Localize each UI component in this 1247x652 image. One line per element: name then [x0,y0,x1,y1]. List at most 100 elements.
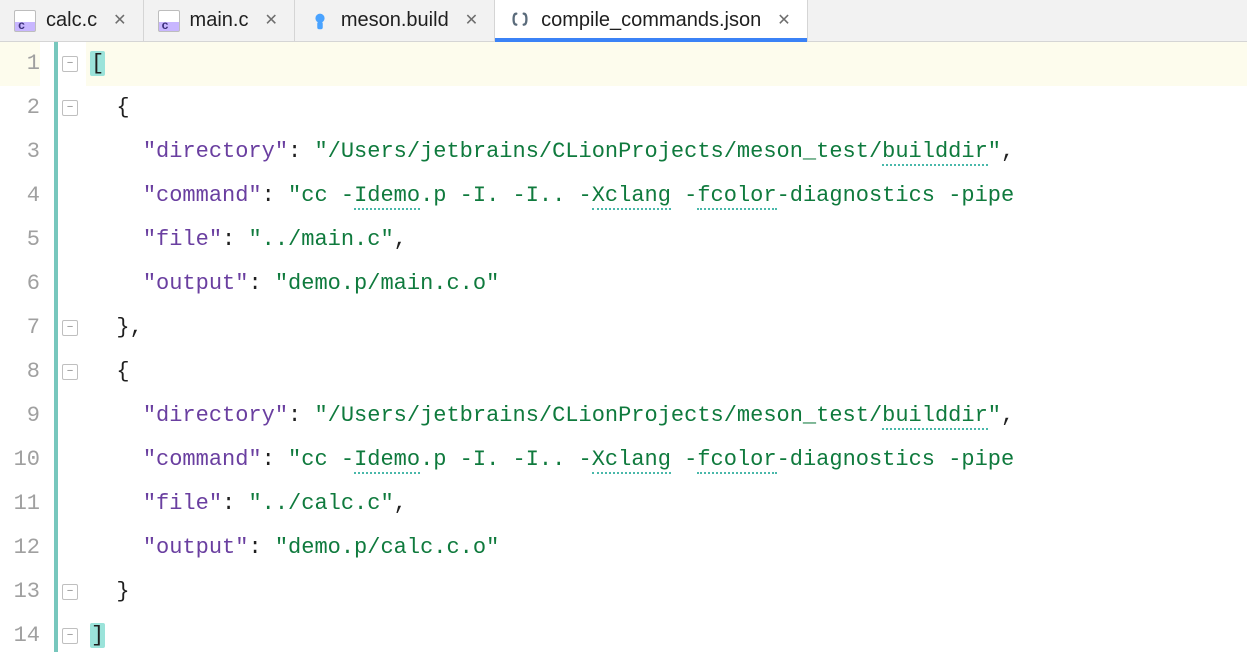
code-editor[interactable]: 1234567891011121314 −−−−−− [ { "director… [0,42,1247,652]
code-token: : [262,447,288,472]
line-number[interactable]: 11 [0,482,40,526]
line-number[interactable]: 3 [0,130,40,174]
code-token: Idemo [354,447,420,474]
close-icon[interactable]: ✕ [113,13,126,29]
line-number[interactable]: 12 [0,526,40,570]
tab-bar: calc.c ✕ main.c ✕ meson.build ✕ compile_… [0,0,1247,42]
code-token [90,271,143,296]
code-token [90,403,143,428]
code-token: " [988,139,1001,164]
line-number[interactable]: 2 [0,86,40,130]
tab-main-c[interactable]: main.c ✕ [144,0,295,41]
line-number[interactable]: 8 [0,350,40,394]
code-token: Xclang [592,183,671,210]
fold-open-icon[interactable]: − [62,56,78,72]
code-token: } [90,579,130,604]
code-token: "directory" [143,403,288,428]
code-line[interactable]: "file": "../calc.c", [86,482,1247,526]
code-token [90,491,143,516]
c-file-icon [158,10,180,32]
fold-close-icon[interactable]: − [62,584,78,600]
code-line[interactable]: "output": "demo.p/main.c.o" [86,262,1247,306]
code-line[interactable]: [ [86,42,1247,86]
tab-compile-commands-json[interactable]: compile_commands.json ✕ [495,0,808,41]
code-token: " [988,403,1001,428]
code-line[interactable]: "file": "../main.c", [86,218,1247,262]
code-token: "output" [143,535,249,560]
code-token [90,183,143,208]
code-token: "/Users/jetbrains/CLionProjects/meson_te… [314,139,882,164]
code-token: : [288,139,314,164]
line-number[interactable]: 13 [0,570,40,614]
tab-meson-build[interactable]: meson.build ✕ [295,0,495,41]
tab-label: main.c [190,9,249,32]
line-number[interactable]: 9 [0,394,40,438]
fold-close-icon[interactable]: − [62,320,78,336]
code-token: - [671,447,697,472]
code-line[interactable]: { [86,350,1247,394]
code-token: [ [90,51,105,76]
code-line[interactable]: { [86,86,1247,130]
line-number[interactable]: 4 [0,174,40,218]
line-number-gutter[interactable]: 1234567891011121314 [0,42,58,652]
fold-close-icon[interactable]: − [62,628,78,644]
code-token: , [394,227,407,252]
code-line[interactable]: "command": "cc -Idemo.p -I. -I.. -Xclang… [86,174,1247,218]
code-area[interactable]: [ { "directory": "/Users/jetbrains/CLion… [86,42,1247,652]
line-number[interactable]: 6 [0,262,40,306]
line-number[interactable]: 10 [0,438,40,482]
code-token: builddir [882,403,988,430]
code-token: ] [90,623,105,648]
code-line[interactable]: "command": "cc -Idemo.p -I. -I.. -Xclang… [86,438,1247,482]
fold-open-icon[interactable]: − [62,100,78,116]
code-token [90,535,143,560]
code-token: , [1001,139,1014,164]
code-token: "/Users/jetbrains/CLionProjects/meson_te… [314,403,882,428]
code-token: : [248,271,274,296]
code-line[interactable]: } [86,570,1247,614]
close-icon[interactable]: ✕ [465,13,478,29]
code-token: , [1001,403,1014,428]
code-line[interactable]: "output": "demo.p/calc.c.o" [86,526,1247,570]
code-line[interactable]: ] [86,614,1247,652]
code-token: "demo.p/calc.c.o" [275,535,499,560]
code-line[interactable]: }, [86,306,1247,350]
code-token: fcolor [697,447,776,474]
tab-label: compile_commands.json [541,9,761,32]
code-token: : [222,227,248,252]
code-token: "command" [143,183,262,208]
code-token: "file" [143,491,222,516]
c-file-icon [14,10,36,32]
code-token: : [222,491,248,516]
code-token: { [90,359,130,384]
code-token: "../calc.c" [248,491,393,516]
code-token: }, [90,315,143,340]
code-token: "directory" [143,139,288,164]
line-number[interactable]: 5 [0,218,40,262]
code-token: -diagnostics -pipe [777,447,1015,472]
code-line[interactable]: "directory": "/Users/jetbrains/CLionProj… [86,394,1247,438]
code-token: .p -I. -I.. - [420,183,592,208]
code-token: : [288,403,314,428]
close-icon[interactable]: ✕ [777,13,790,29]
fold-column[interactable]: − − − − − − [58,42,86,652]
line-number[interactable]: 14 [0,614,40,652]
code-token: .p -I. -I.. - [420,447,592,472]
code-token: , [394,491,407,516]
code-token [90,227,143,252]
code-token: : [248,535,274,560]
code-token [90,447,143,472]
code-line[interactable]: "directory": "/Users/jetbrains/CLionProj… [86,130,1247,174]
code-token: "output" [143,271,249,296]
code-token: fcolor [697,183,776,210]
line-number[interactable]: 7 [0,306,40,350]
line-number[interactable]: 1 [0,42,40,86]
code-token: : [262,183,288,208]
tab-label: calc.c [46,9,97,32]
tab-calc-c[interactable]: calc.c ✕ [0,0,144,41]
fold-open-icon[interactable]: − [62,364,78,380]
code-token: "file" [143,227,222,252]
close-icon[interactable]: ✕ [264,13,277,29]
code-token: "cc - [288,447,354,472]
code-token: Xclang [592,447,671,474]
